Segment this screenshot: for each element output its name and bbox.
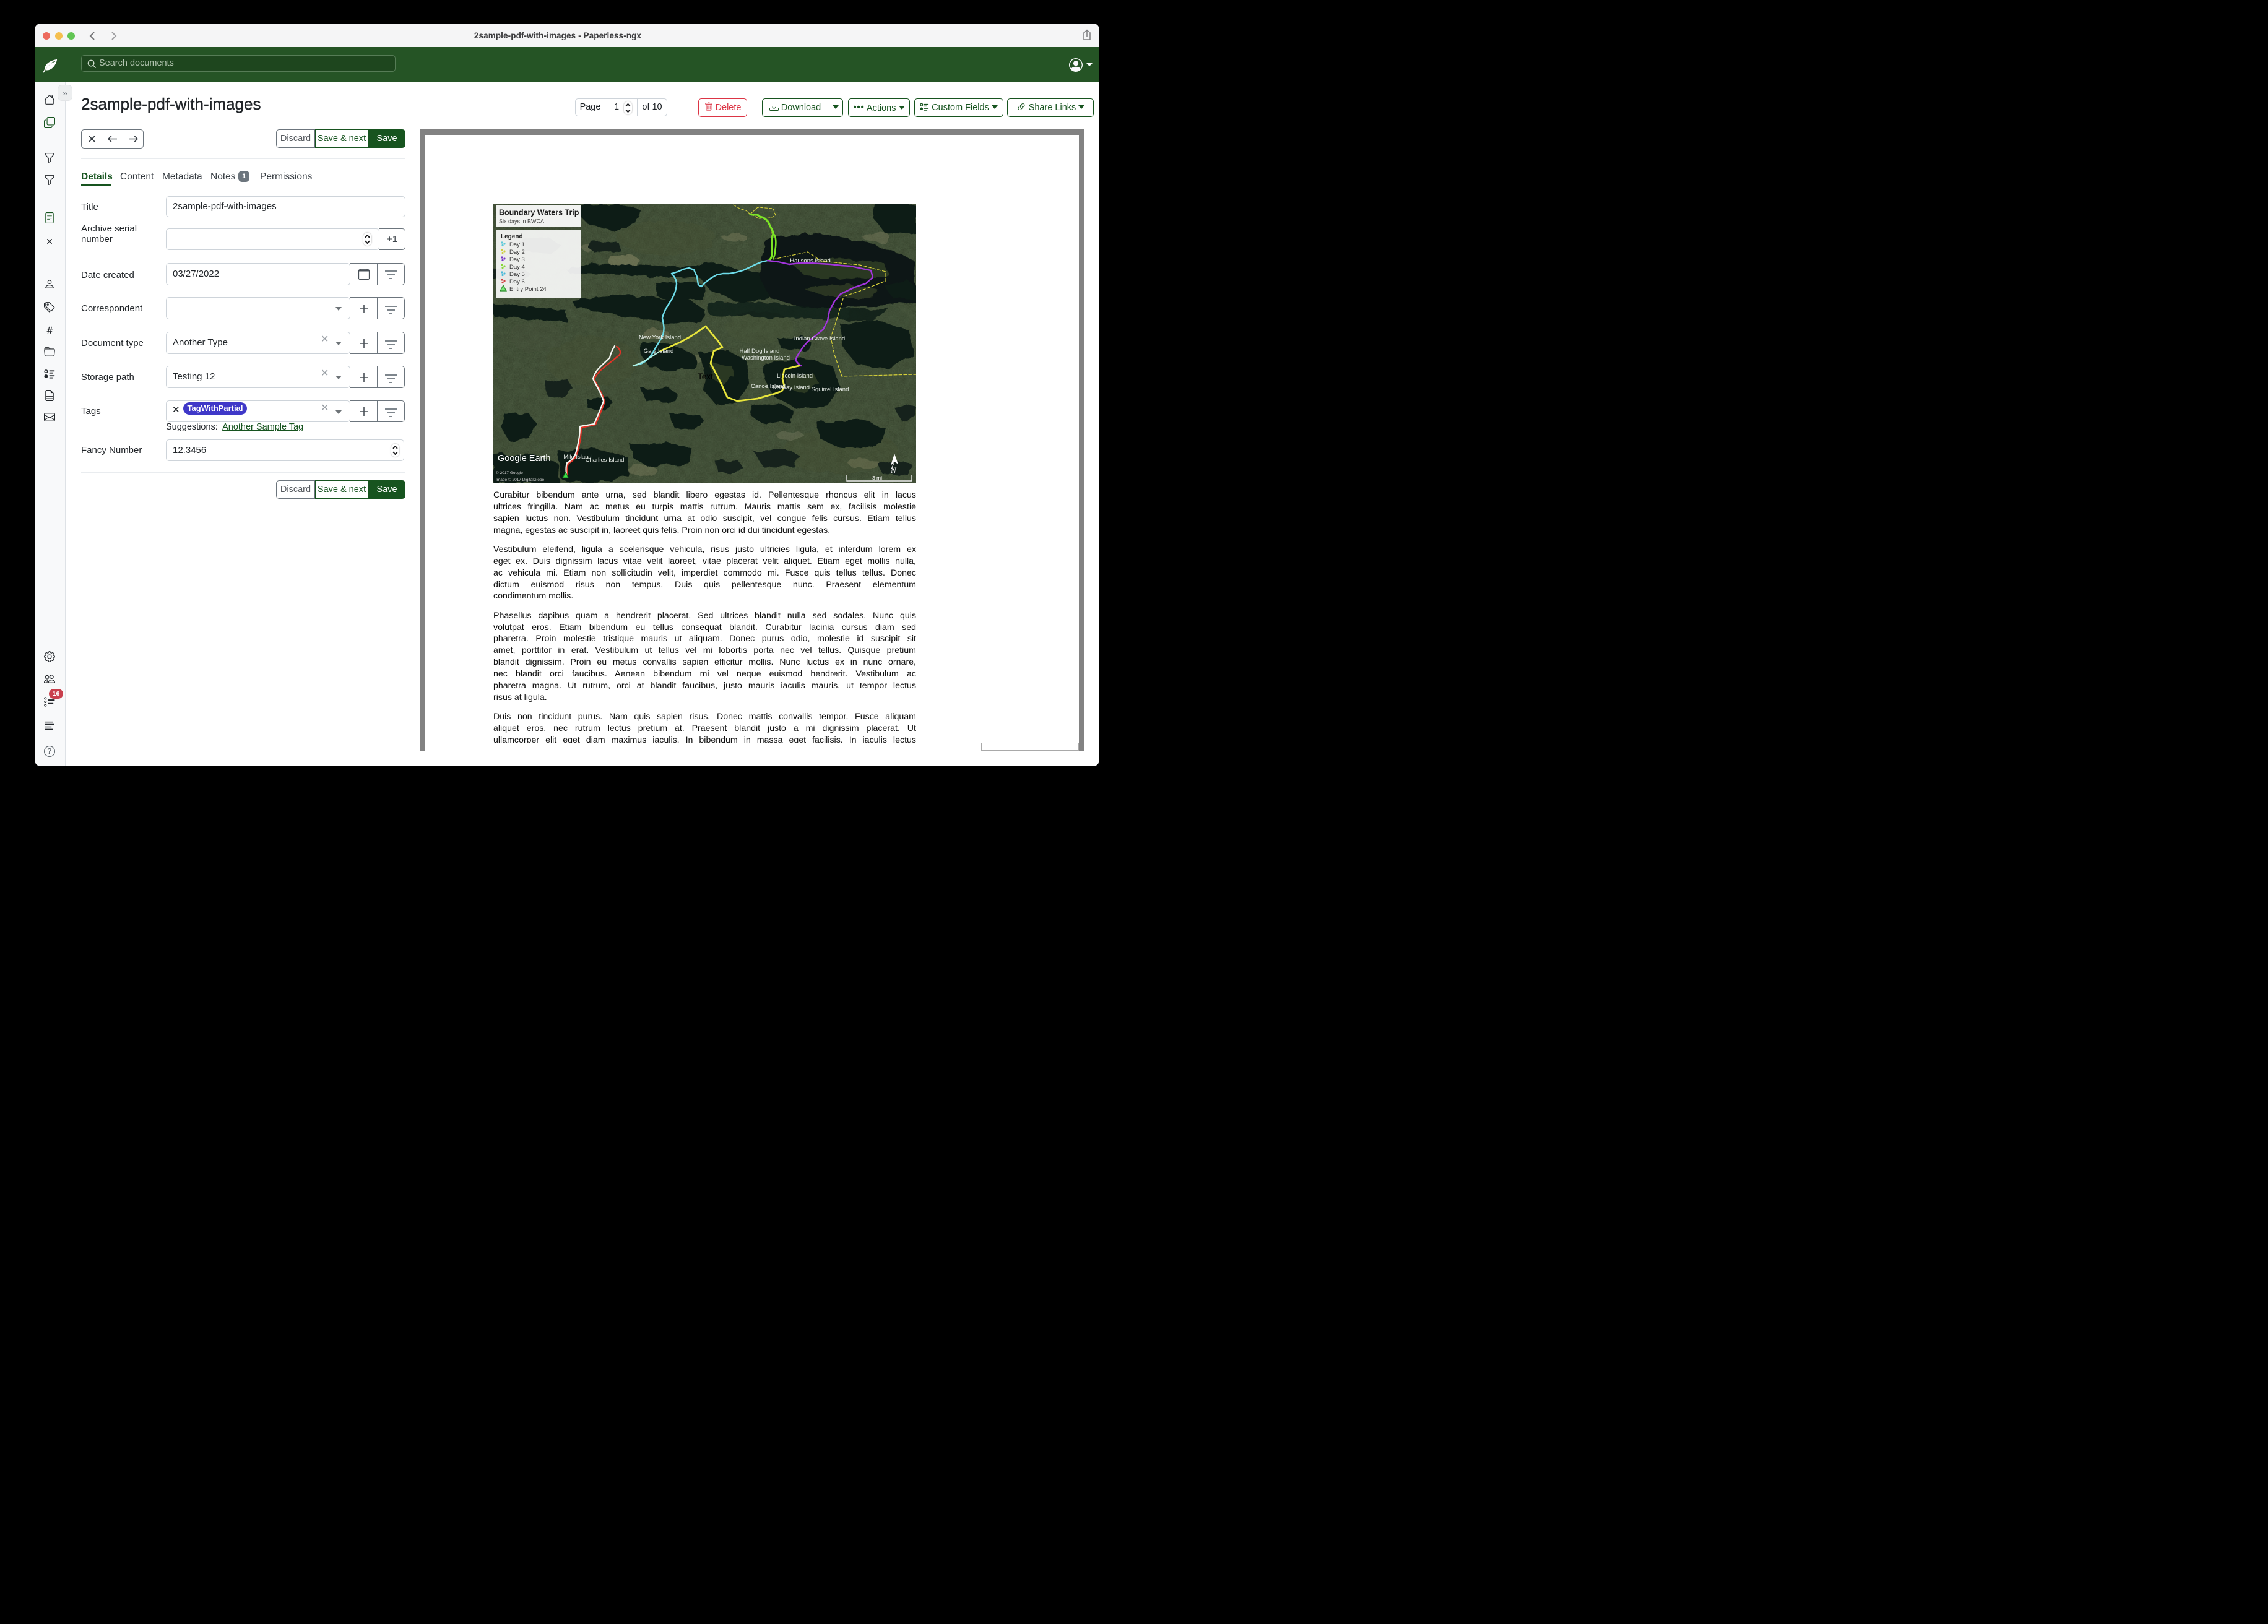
svg-text:Six days in BWCA: Six days in BWCA bbox=[499, 218, 544, 225]
svg-text:N: N bbox=[890, 465, 897, 475]
svg-text:Google Earth: Google Earth bbox=[498, 454, 550, 464]
svg-text:Norway Island: Norway Island bbox=[773, 384, 810, 391]
svg-text:Day 4: Day 4 bbox=[509, 264, 525, 270]
svg-text:Legend: Legend bbox=[501, 233, 523, 240]
svg-text:Half Dog Island: Half Dog Island bbox=[740, 348, 780, 355]
svg-text:New York Island: New York Island bbox=[639, 334, 681, 341]
svg-text:Entry Point 24: Entry Point 24 bbox=[509, 286, 547, 293]
svg-text:Indian Grave Island: Indian Grave Island bbox=[794, 335, 845, 342]
svg-text:Charlies Island: Charlies Island bbox=[586, 457, 625, 464]
svg-text:Day 2: Day 2 bbox=[509, 249, 525, 256]
svg-text:Squirrel Island: Squirrel Island bbox=[812, 386, 849, 393]
svg-text:Lincoln Island: Lincoln Island bbox=[777, 373, 813, 379]
svg-text:Image © 2017 DigitalGlobe: Image © 2017 DigitalGlobe bbox=[496, 477, 545, 482]
svg-text:Gary Island: Gary Island bbox=[644, 348, 674, 355]
svg-text:Day 5: Day 5 bbox=[509, 271, 525, 278]
svg-text:Day 1: Day 1 bbox=[509, 241, 525, 248]
svg-text:Day 3: Day 3 bbox=[509, 256, 525, 263]
svg-text:Washington Island: Washington Island bbox=[742, 355, 790, 361]
svg-text:Day 6: Day 6 bbox=[509, 279, 525, 285]
svg-text:Boundary Waters Trip: Boundary Waters Trip bbox=[499, 209, 579, 217]
svg-text:© 2017 Google: © 2017 Google bbox=[496, 470, 523, 475]
svg-text:3 mi: 3 mi bbox=[872, 475, 882, 481]
svg-text:Hausons Island: Hausons Island bbox=[790, 257, 830, 264]
svg-text:Text: Text bbox=[698, 372, 713, 381]
